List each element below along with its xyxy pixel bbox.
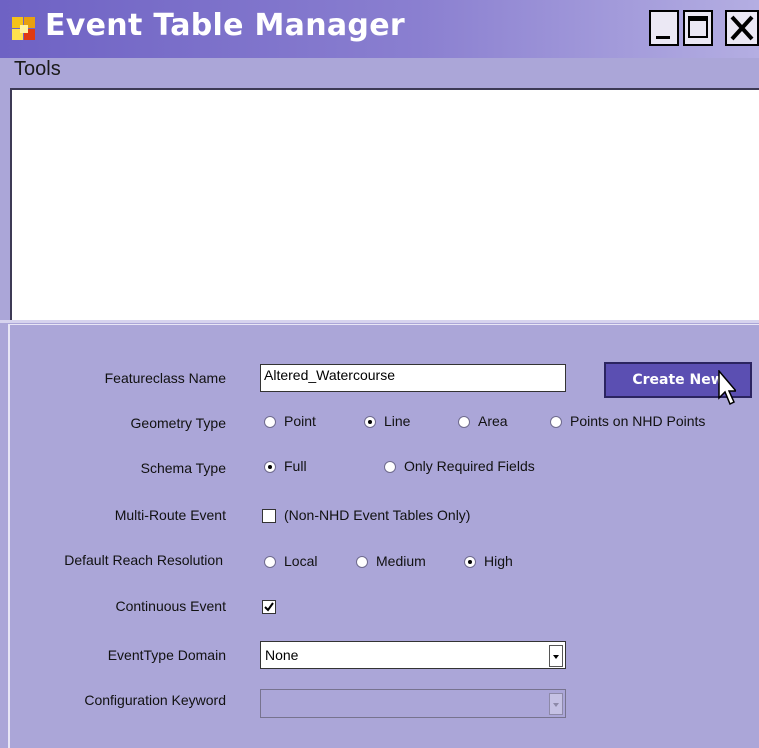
minimize-icon <box>656 36 670 39</box>
radio-high[interactable] <box>464 556 476 568</box>
radio-medium-label[interactable]: Medium <box>376 553 426 569</box>
radio-points-on-nhd-label[interactable]: Points on NHD Points <box>570 413 705 429</box>
multi-route-checkbox[interactable] <box>262 509 276 523</box>
radio-points-on-nhd[interactable] <box>550 416 562 428</box>
mouse-cursor-icon <box>718 370 736 406</box>
menu-tools[interactable]: Tools <box>14 58 61 81</box>
featureclass-name-label: Featureclass Name <box>104 370 226 386</box>
close-icon <box>730 15 754 41</box>
radio-point-label[interactable]: Point <box>284 413 316 429</box>
radio-only-required[interactable] <box>384 461 396 473</box>
chevron-down-icon <box>553 703 559 707</box>
event-table-list[interactable] <box>10 88 759 320</box>
continuous-event-label: Continuous Event <box>115 598 226 614</box>
eventtype-domain-dropdown-button[interactable] <box>549 645 563 667</box>
app-icon <box>12 17 35 40</box>
eventtype-domain-select[interactable]: None <box>260 641 566 669</box>
radio-area-label[interactable]: Area <box>478 413 508 429</box>
configuration-keyword-select <box>260 689 566 718</box>
configuration-keyword-label: Configuration Keyword <box>84 692 226 708</box>
minimize-button[interactable] <box>649 10 679 46</box>
radio-local[interactable] <box>264 556 276 568</box>
schema-type-label: Schema Type <box>140 460 226 476</box>
eventtype-domain-value: None <box>265 647 299 663</box>
splitter[interactable] <box>0 320 759 323</box>
radio-medium[interactable] <box>356 556 368 568</box>
radio-line[interactable] <box>364 416 376 428</box>
eventtype-domain-label: EventType Domain <box>107 647 226 663</box>
maximize-icon <box>688 16 708 38</box>
check-icon <box>264 602 274 612</box>
continuous-event-checkbox[interactable] <box>262 600 276 614</box>
chevron-down-icon <box>553 655 559 659</box>
radio-point[interactable] <box>264 416 276 428</box>
featureclass-name-input[interactable]: Altered_Watercourse <box>260 364 566 392</box>
radio-line-label[interactable]: Line <box>384 413 410 429</box>
radio-local-label[interactable]: Local <box>284 553 317 569</box>
radio-area[interactable] <box>458 416 470 428</box>
window-title: Event Table Manager <box>45 8 405 43</box>
radio-full[interactable] <box>264 461 276 473</box>
default-reach-resolution-label: Default Reach Resolution <box>64 552 223 568</box>
maximize-button[interactable] <box>683 10 713 46</box>
radio-full-label[interactable]: Full <box>284 458 307 474</box>
multi-route-event-label: Multi-Route Event <box>114 507 226 523</box>
configuration-keyword-dropdown-button <box>549 693 563 715</box>
event-table-manager-window: Event Table Manager Tools Featureclass N… <box>0 0 759 748</box>
geometry-type-label: Geometry Type <box>130 415 226 431</box>
radio-high-label[interactable]: High <box>484 553 513 569</box>
multi-route-checkbox-label[interactable]: (Non-NHD Event Tables Only) <box>284 507 470 523</box>
radio-only-required-label[interactable]: Only Required Fields <box>404 458 535 474</box>
title-bar[interactable]: Event Table Manager <box>0 0 759 58</box>
menu-bar: Tools <box>0 58 759 86</box>
close-button[interactable] <box>725 10 759 46</box>
